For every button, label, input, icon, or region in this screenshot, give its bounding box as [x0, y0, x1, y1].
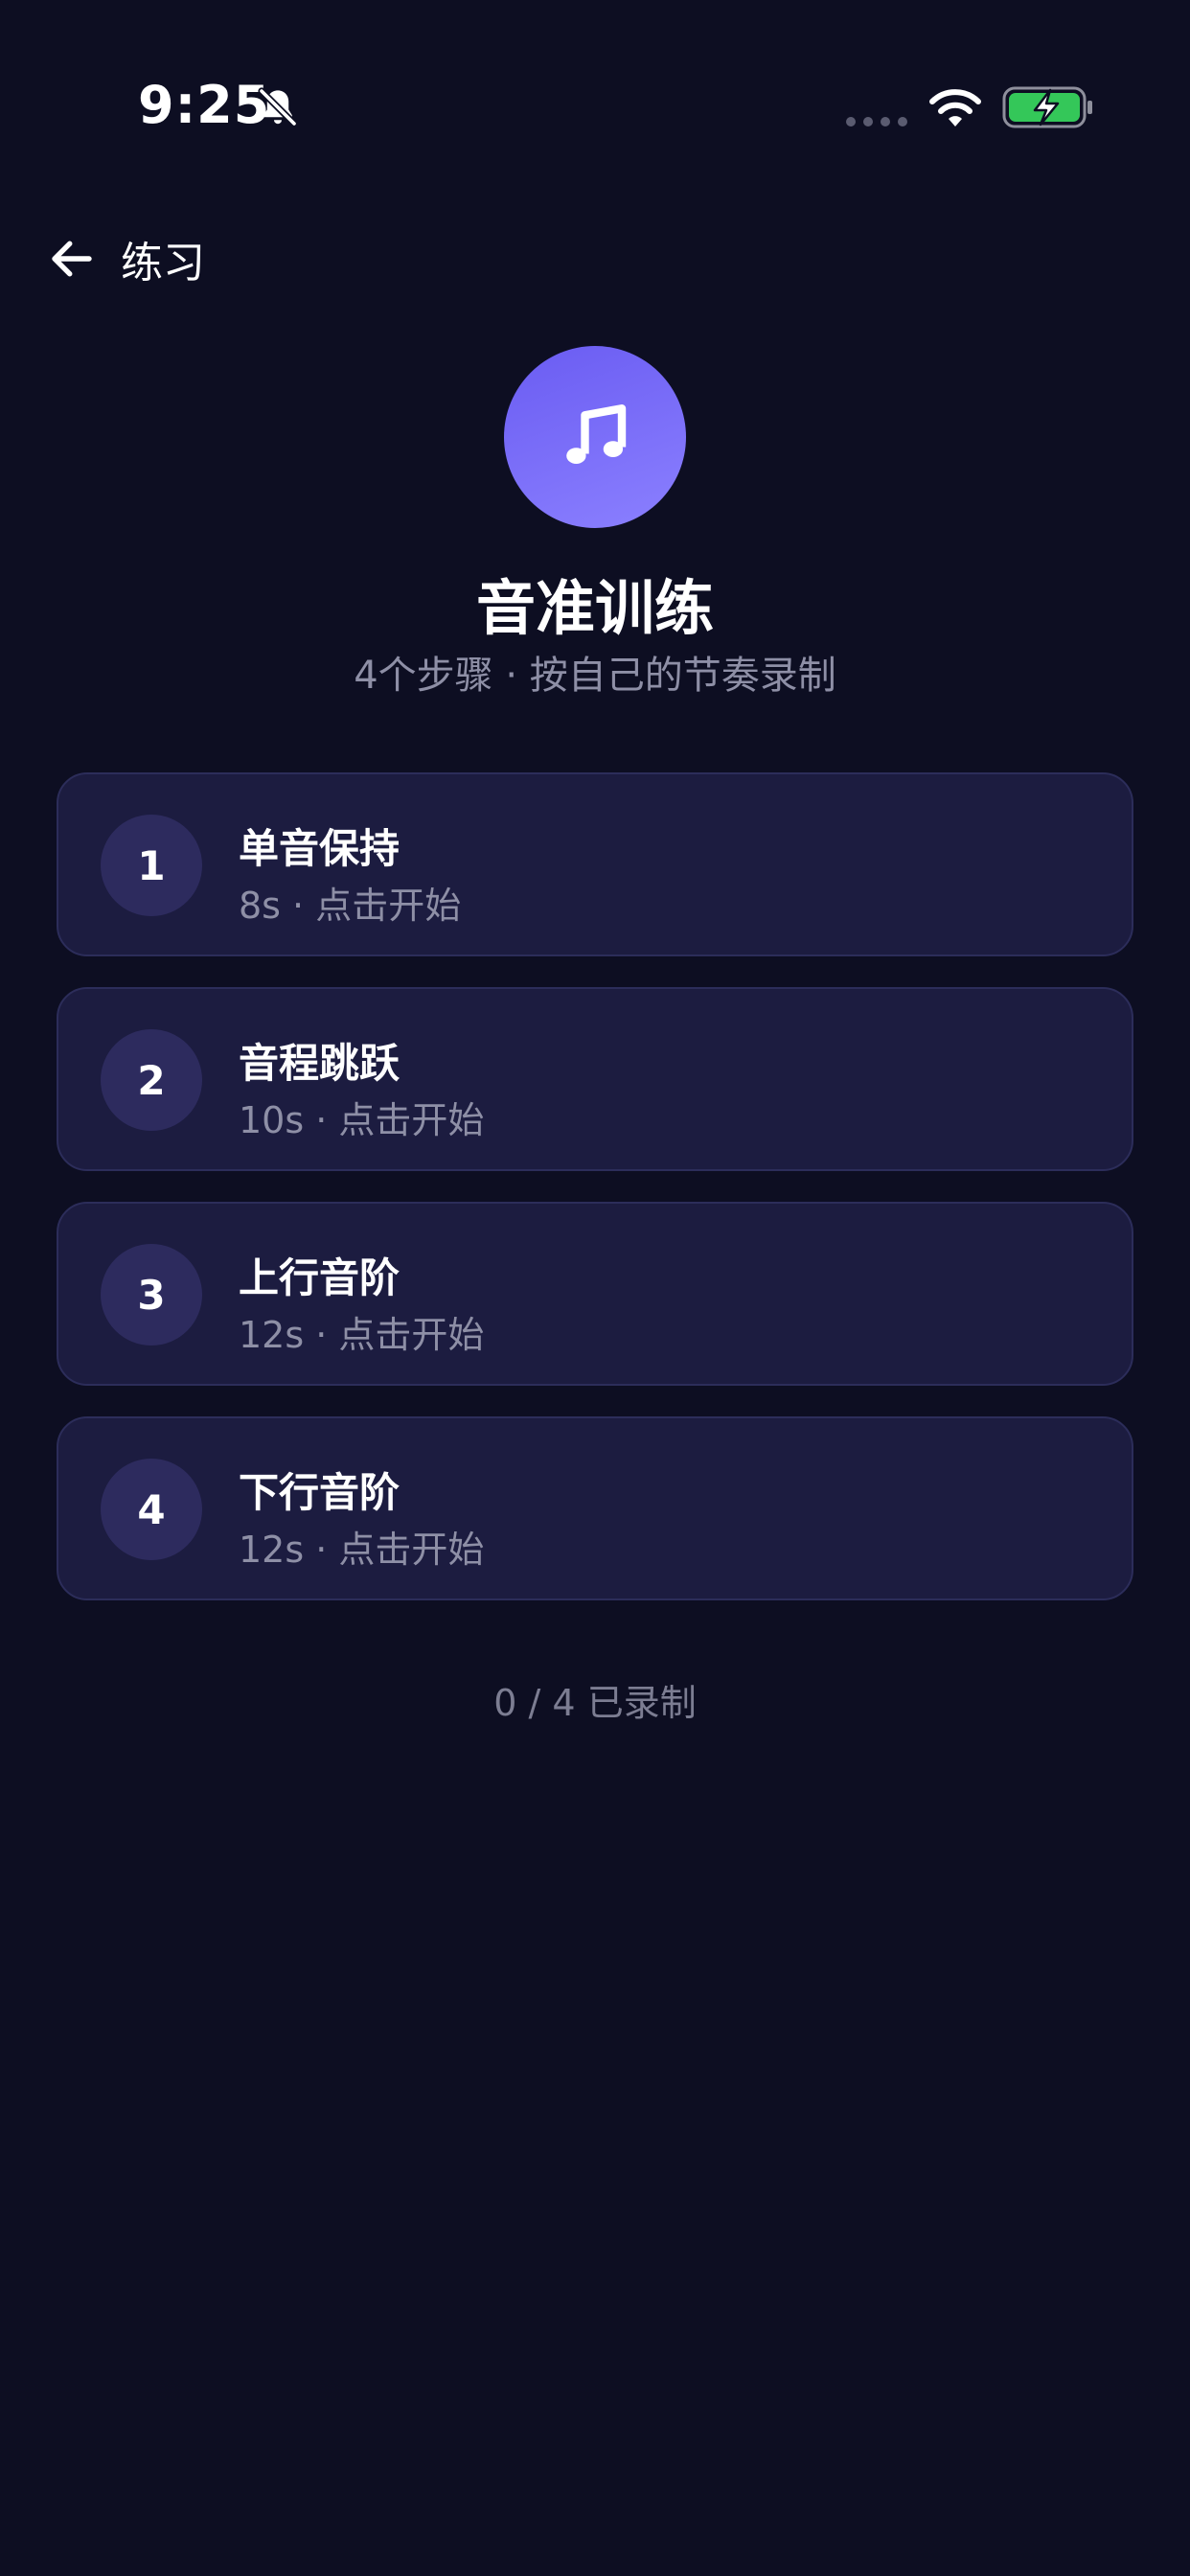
- step-title: 上行音阶: [239, 1254, 400, 1301]
- step-title: 下行音阶: [239, 1469, 400, 1516]
- page-subtitle: 4个步骤 · 按自己的节奏录制: [354, 654, 836, 698]
- music-note-icon: [566, 404, 627, 464]
- signal-icon: [846, 117, 907, 126]
- step-number: 4: [101, 1459, 202, 1560]
- step-meta: 8s · 点击开始: [239, 885, 462, 927]
- nav-bar: 练习: [0, 220, 1190, 297]
- wifi-icon: [929, 89, 981, 126]
- step-card-1[interactable]: 1 单音保持 8s · 点击开始: [57, 772, 1133, 956]
- step-meta: 12s · 点击开始: [239, 1529, 485, 1571]
- step-meta: 10s · 点击开始: [239, 1099, 485, 1141]
- step-card-2[interactable]: 2 音程跳跃 10s · 点击开始: [57, 987, 1133, 1171]
- steps-list: 1 单音保持 8s · 点击开始 2 音程跳跃 10s · 点击开始 3 上行音…: [57, 772, 1133, 1631]
- bell-slash-icon: [258, 87, 298, 127]
- step-meta: 12s · 点击开始: [239, 1314, 485, 1356]
- back-button[interactable]: 练习: [46, 220, 205, 297]
- arrow-left-icon: [52, 241, 92, 277]
- step-number: 3: [101, 1244, 202, 1346]
- step-card-3[interactable]: 3 上行音阶 12s · 点击开始: [57, 1202, 1133, 1386]
- hero-icon-circle: [504, 346, 686, 528]
- recording-progress: 0 / 4 已录制: [493, 1682, 697, 1724]
- step-title: 音程跳跃: [239, 1040, 400, 1087]
- battery-charging-icon: [1002, 86, 1092, 128]
- step-number: 2: [101, 1029, 202, 1131]
- step-title: 单音保持: [239, 825, 400, 872]
- back-label: 练习: [121, 239, 205, 288]
- step-number: 1: [101, 815, 202, 916]
- status-bar: 9:25: [0, 0, 1190, 192]
- page-title: 音准训练: [475, 573, 714, 643]
- status-time: 9:25: [138, 75, 271, 135]
- step-card-4[interactable]: 4 下行音阶 12s · 点击开始: [57, 1416, 1133, 1600]
